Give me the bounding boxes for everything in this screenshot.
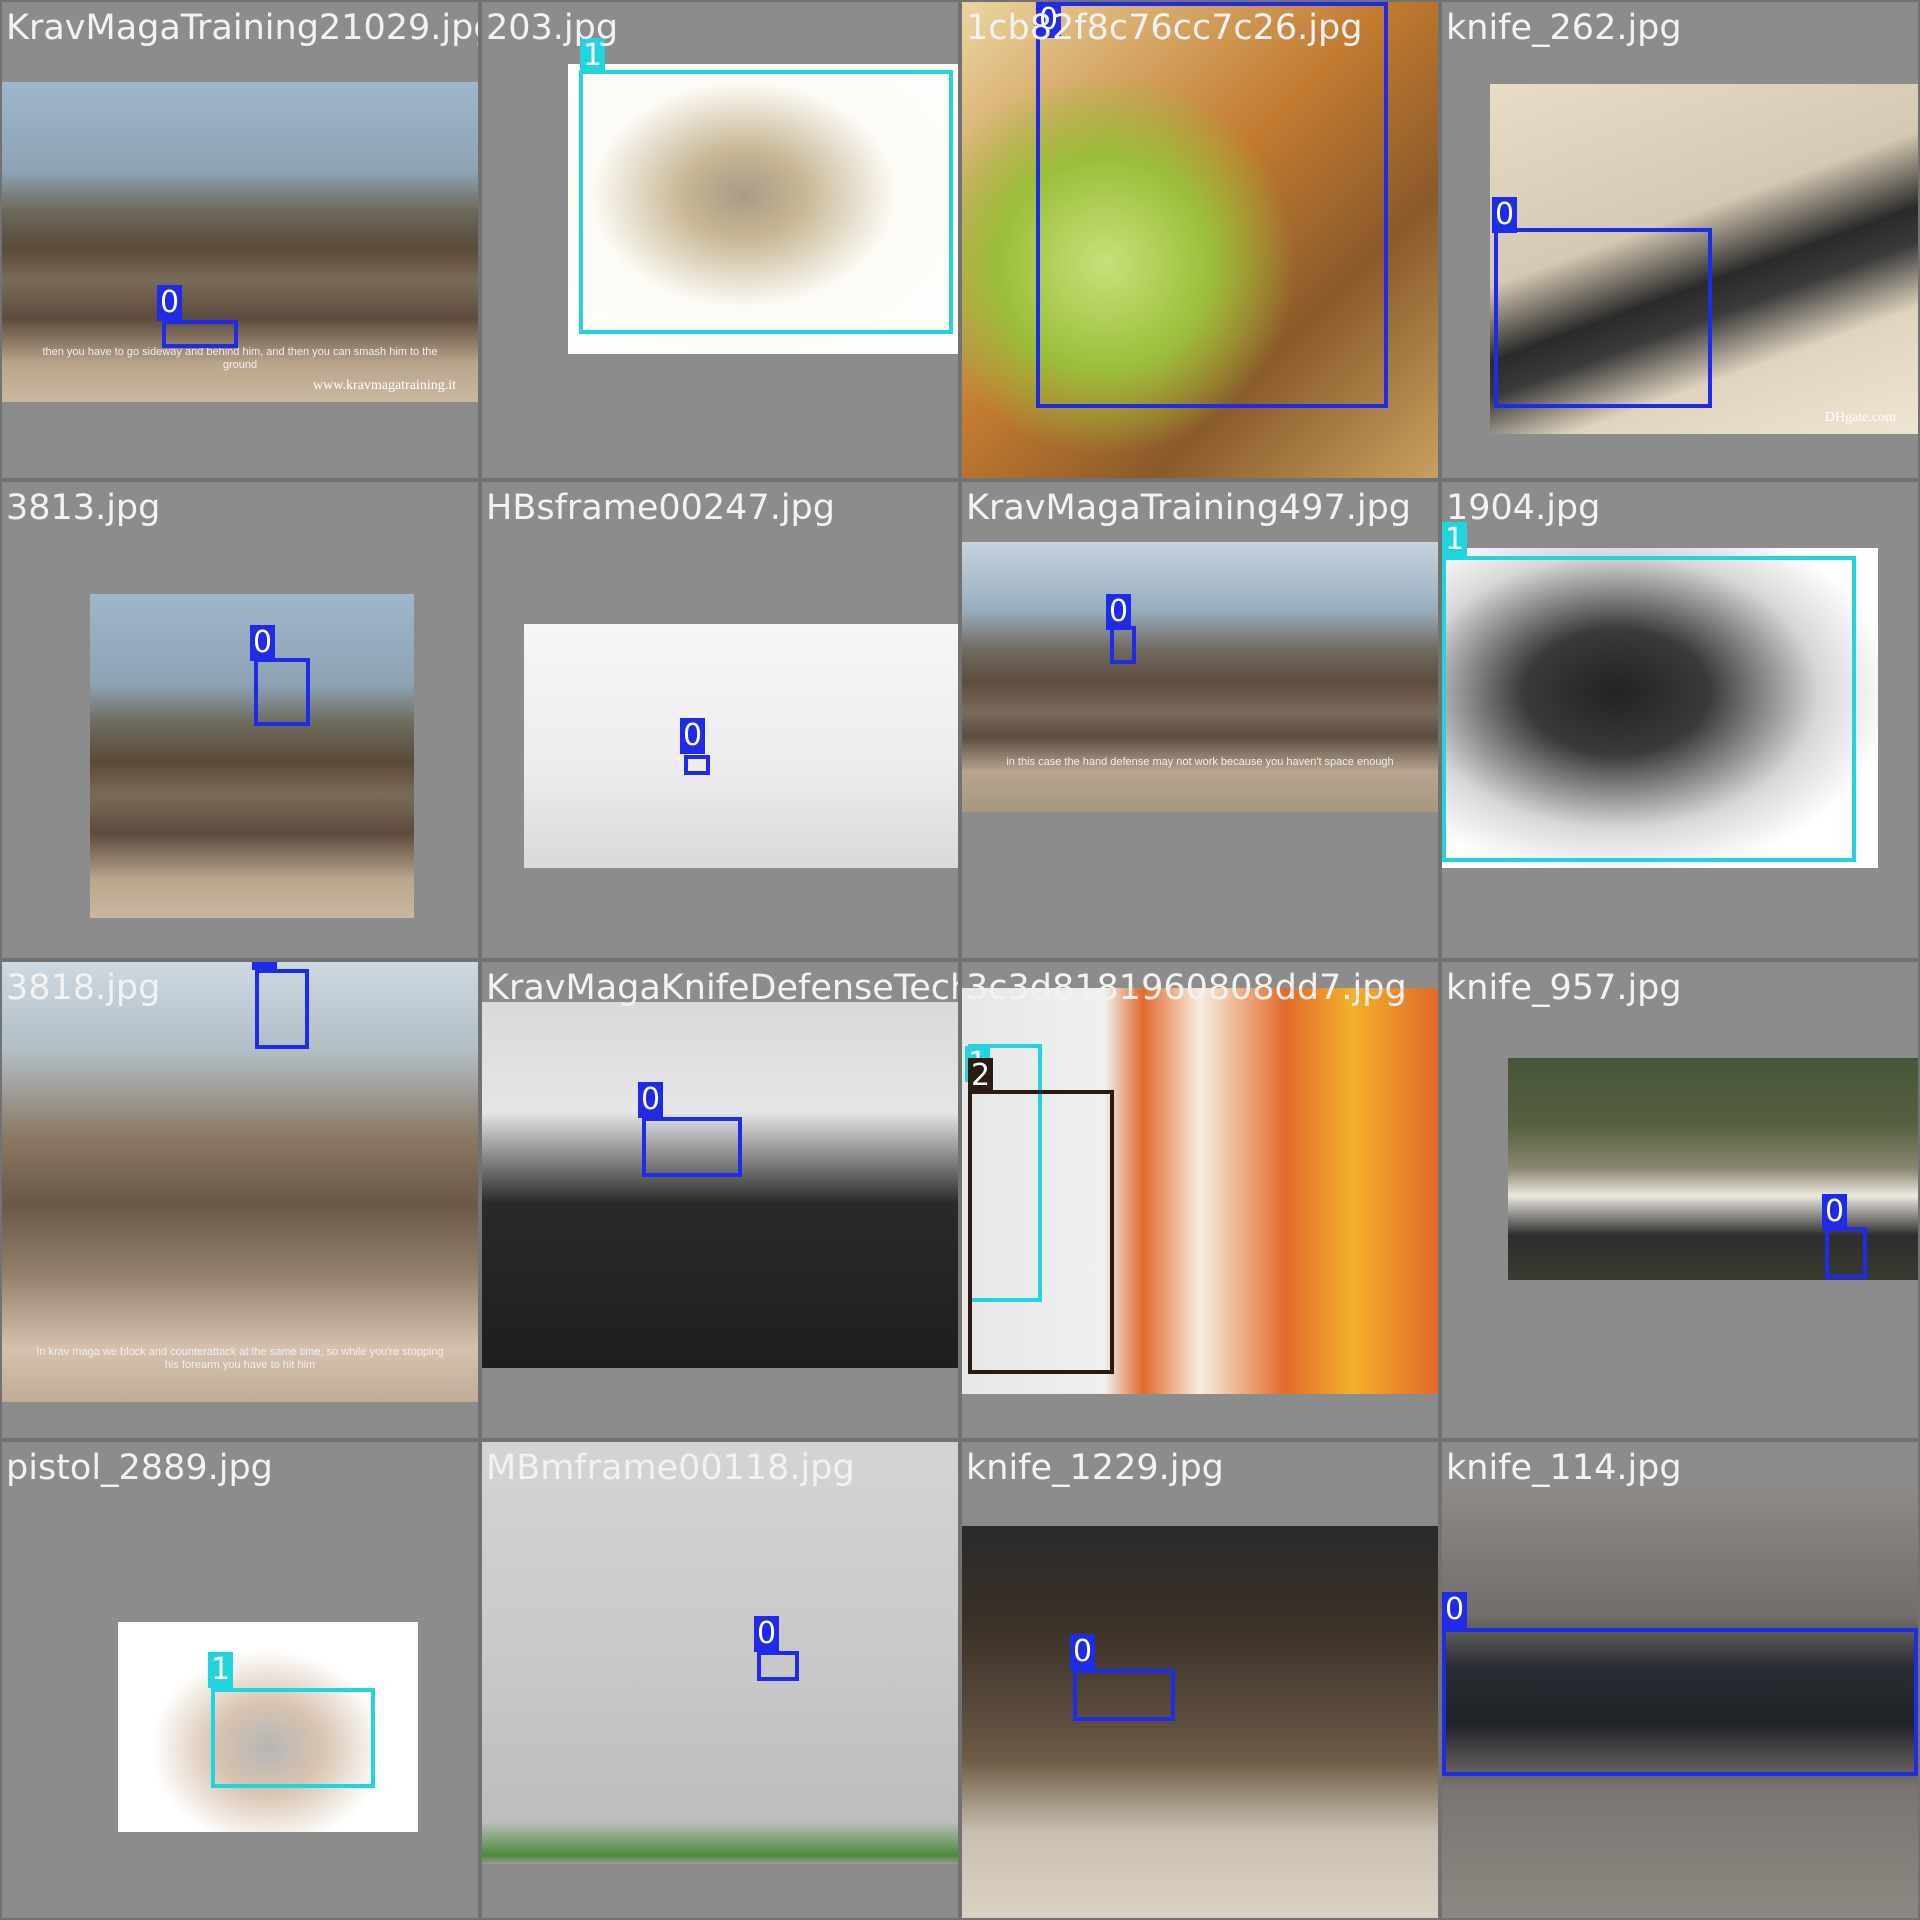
detection-box [642,1117,742,1177]
photo-caption: In krav maga we block and counterattack … [36,1346,444,1371]
detection-box [579,70,953,334]
detection-box [1825,1227,1867,1279]
class-label-tag: 0 [680,718,706,754]
class-label-tag: 0 [1492,197,1518,233]
class-label-tag: 0 [1822,1194,1848,1230]
detection-box [1494,228,1712,408]
tile-filename: 3813.jpg [6,488,161,528]
class-label-tag: 0 [1070,1634,1096,1670]
photo-watermark: www.kravmagatraining.it [313,378,456,393]
mosaic-tile: DHgate.com 0 knife_262.jpg [1442,2,1918,478]
mosaic-tile: 123c3d8181960808dd7.jpg [962,962,1438,1438]
tile-filename: HBsframe00247.jpg [486,488,835,528]
photo-watermark: DHgate.com [1824,410,1896,425]
tile-photo [524,624,958,868]
tile-filename: KravMagaTraining497.jpg [966,488,1412,528]
mosaic-tile: 1 1904.jpg [1442,482,1918,958]
detection-box [1073,1669,1175,1721]
class-label-tag: 1 [208,1652,234,1688]
mosaic-tile: In krav maga we block and counterattack … [2,962,478,1438]
mosaic-tile: 1 pistol_2889.jpg [2,1442,478,1918]
class-label-tag: 0 [252,962,278,970]
tile-filename: KravMagaTraining21029.jpg [6,8,478,48]
detection-box [968,1090,1114,1374]
class-label-tag: 0 [157,285,183,321]
detection-box [1110,626,1136,664]
class-label-tag: 0 [754,1616,780,1652]
mosaic-tile: 0 HBsframe00247.jpg [482,482,958,958]
mosaic-tile: 0 knife_957.jpg [1442,962,1918,1438]
tile-filename: pistol_2889.jpg [6,1448,273,1488]
tile-photo [962,1526,1438,1918]
detection-box [1442,556,1856,862]
tile-filename: knife_957.jpg [1446,968,1682,1008]
mosaic-tile: 0 1cb82f8c76cc7c26.jpg [962,2,1438,478]
mosaic-grid: then you have to go sideway and behind h… [0,0,1920,1920]
class-label-tag: 0 [1106,594,1132,630]
detection-box [211,1688,375,1788]
tile-filename: KravMagaKnifeDefenseTechniques [486,968,958,1008]
tile-photo [482,1002,958,1368]
tile-filename: 3c3d8181960808dd7.jpg [966,968,1407,1008]
mosaic-tile: 0 KravMagaKnifeDefenseTechniques [482,962,958,1438]
mosaic-tile: then you have to go sideway and behind h… [2,2,478,478]
class-label-tag: 0 [638,1082,664,1118]
tile-filename: 203.jpg [486,8,619,48]
mosaic-tile: 1 203.jpg [482,2,958,478]
tile-filename: 1cb82f8c76cc7c26.jpg [966,8,1363,48]
mosaic-tile: 0 MBmframe00118.jpg [482,1442,958,1918]
tile-photo [482,1442,958,1864]
detection-box [1442,1628,1918,1776]
tile-filename: knife_262.jpg [1446,8,1682,48]
detection-box [684,755,710,775]
photo-caption: then you have to go sideway and behind h… [42,346,438,371]
detection-box [757,1651,799,1681]
mosaic-tile: 0 3813.jpg [2,482,478,958]
class-label-tag: 0 [1442,1592,1468,1628]
detection-box [162,320,238,348]
detection-box [255,969,309,1049]
detection-box [1036,2,1388,408]
tile-filename: 3818.jpg [6,968,161,1008]
tile-filename: knife_1229.jpg [966,1448,1224,1488]
mosaic-tile: 0 knife_114.jpg [1442,1442,1918,1918]
photo-caption: in this case the hand defense may not wo… [1006,756,1394,768]
tile-filename: 1904.jpg [1446,488,1601,528]
mosaic-tile: 0 knife_1229.jpg [962,1442,1438,1918]
mosaic-tile: in this case the hand defense may not wo… [962,482,1438,958]
tile-photo [2,962,478,1402]
class-label-tag: 0 [250,625,276,661]
detection-box [254,658,310,726]
tile-filename: MBmframe00118.jpg [486,1448,855,1488]
tile-photo [962,542,1438,812]
class-label-tag: 2 [968,1058,994,1094]
tile-filename: knife_114.jpg [1446,1448,1682,1488]
